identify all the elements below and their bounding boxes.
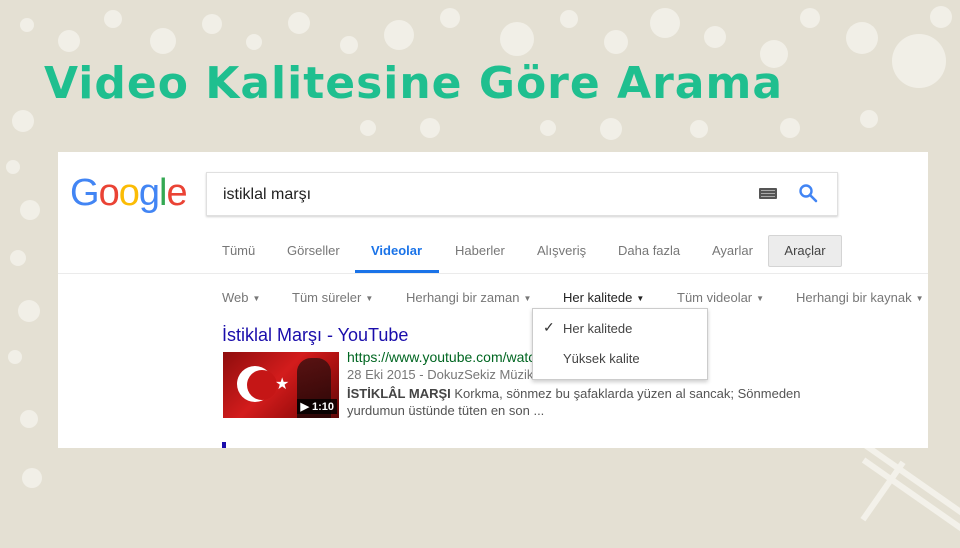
background-dot	[22, 468, 42, 488]
background-dot	[704, 26, 726, 48]
tab-haberler[interactable]: Haberler	[455, 243, 505, 258]
logo-letter: G	[70, 172, 100, 214]
background-dot	[104, 10, 122, 28]
filter-label: Her kalitede	[563, 290, 633, 305]
google-logo[interactable]: Google	[70, 172, 188, 215]
quality-dropdown-menu: ✓ Her kalitede Yüksek kalite	[532, 308, 708, 380]
search-icon[interactable]	[798, 183, 818, 203]
background-dot	[58, 30, 80, 52]
background-dot	[20, 410, 38, 428]
divider	[58, 273, 928, 274]
filter-duration[interactable]: Tüm süreler ▼	[292, 290, 373, 305]
dropdown-item-yuksek-kalite[interactable]: Yüksek kalite	[563, 351, 640, 366]
background-dot	[860, 110, 878, 128]
logo-letter: o	[98, 172, 120, 214]
next-result-cutoff	[222, 442, 226, 448]
crescent-cutout	[247, 370, 277, 400]
result-title-link[interactable]: İstiklal Marşı - YouTube	[222, 325, 408, 346]
background-dot	[440, 8, 460, 28]
background-dot	[246, 34, 262, 50]
filter-label: Herhangi bir kaynak	[796, 290, 912, 305]
result-meta: 28 Eki 2015 - DokuzSekiz Müzik	[347, 367, 534, 382]
background-dot	[780, 118, 800, 138]
background-dot	[600, 118, 622, 140]
background-dot	[560, 10, 578, 28]
search-box[interactable]	[206, 172, 838, 216]
caret-down-icon: ▼	[252, 294, 261, 304]
caret-down-icon: ▼	[915, 294, 924, 304]
background-dot	[892, 34, 946, 88]
star-icon: ★	[275, 376, 290, 393]
google-screenshot: Google Tümü Görseller Videolar Haberler …	[58, 152, 928, 448]
background-dot	[360, 120, 376, 136]
background-dot	[10, 250, 26, 266]
filter-label: Herhangi bir zaman	[406, 290, 520, 305]
caret-down-icon: ▼	[365, 294, 374, 304]
keyboard-icon[interactable]	[759, 188, 777, 199]
background-dot	[650, 8, 680, 38]
caret-down-icon: ▼	[756, 294, 765, 304]
background-dot	[18, 300, 40, 322]
background-dot	[288, 12, 310, 34]
tab-videolar[interactable]: Videolar	[371, 243, 422, 258]
background-dot	[20, 18, 34, 32]
tools-button[interactable]: Araçlar	[768, 235, 842, 267]
background-dot	[800, 8, 820, 28]
filter-web[interactable]: Web ▼	[222, 290, 260, 305]
background-dot	[150, 28, 176, 54]
background-dot	[20, 200, 40, 220]
video-duration-badge: ▶ 1:10	[297, 399, 337, 414]
filter-label: Tüm videolar	[677, 290, 753, 305]
background-dot	[8, 350, 22, 364]
background-dot	[846, 22, 878, 54]
background-dot	[930, 6, 952, 28]
background-dot	[540, 120, 556, 136]
check-icon: ✓	[543, 319, 555, 335]
result-snippet: İSTİKLÂL MARŞI Korkma, sönmez bu şafakla…	[347, 385, 817, 419]
background-dot	[604, 30, 628, 54]
logo-letter: e	[166, 172, 187, 214]
result-url[interactable]: https://www.youtube.com/watc	[347, 349, 535, 365]
tab-daha-fazla[interactable]: Daha fazla	[618, 243, 680, 258]
filter-label: Tüm süreler	[292, 290, 362, 305]
filter-videos[interactable]: Tüm videolar ▼	[677, 290, 764, 305]
filter-quality[interactable]: Her kalitede ▼	[563, 290, 644, 305]
filter-source[interactable]: Herhangi bir kaynak ▼	[796, 290, 924, 305]
background-dot	[420, 118, 440, 138]
slide-title: Video Kalitesine Göre Arama	[44, 58, 784, 109]
snippet-bold: İSTİKLÂL MARŞI	[347, 386, 451, 401]
caret-down-icon: ▼	[523, 294, 532, 304]
background-dot	[340, 36, 358, 54]
video-thumbnail[interactable]: ★ ▶ 1:10	[223, 352, 339, 418]
background-dot	[500, 22, 534, 56]
tab-gorseller[interactable]: Görseller	[287, 243, 340, 258]
filter-label: Web	[222, 290, 249, 305]
background-dot	[6, 160, 20, 174]
tab-alisveris[interactable]: Alışveriş	[537, 243, 586, 258]
tab-tumu[interactable]: Tümü	[222, 243, 255, 258]
filter-time[interactable]: Herhangi bir zaman ▼	[406, 290, 531, 305]
caret-down-icon: ▼	[636, 294, 645, 304]
background-dot	[690, 120, 708, 138]
dropdown-item-her-kalitede[interactable]: Her kalitede	[563, 321, 632, 336]
background-dot	[202, 14, 222, 34]
background-dot	[384, 20, 414, 50]
logo-letter: g	[138, 172, 160, 214]
search-input[interactable]	[221, 182, 745, 208]
tab-ayarlar[interactable]: Ayarlar	[712, 243, 753, 258]
background-dot	[12, 110, 34, 132]
logo-letter: o	[118, 172, 140, 214]
